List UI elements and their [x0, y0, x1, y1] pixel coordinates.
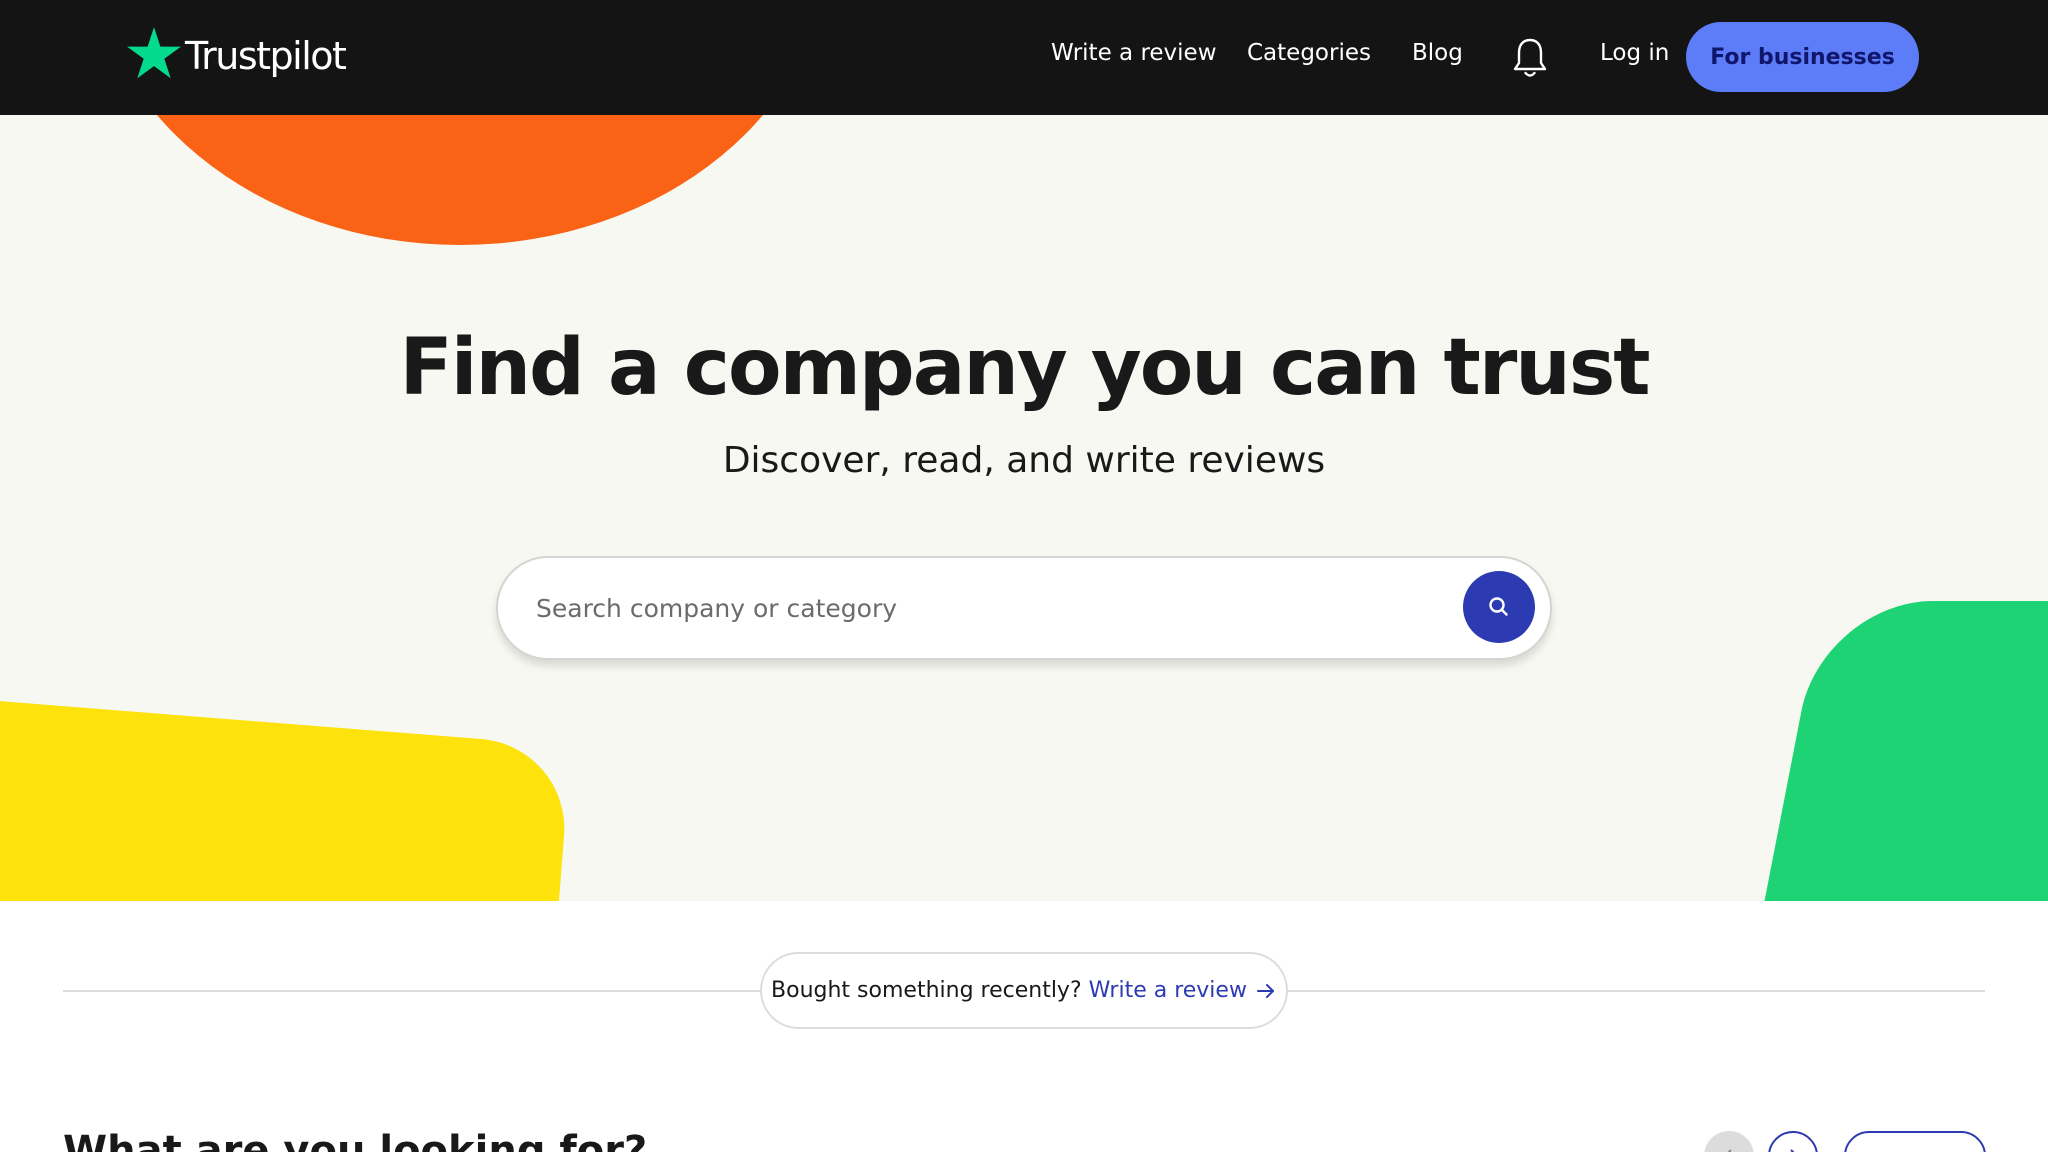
- search-bar: [496, 556, 1552, 660]
- bell-icon[interactable]: [1512, 36, 1548, 80]
- carousel-next-button[interactable]: [1768, 1131, 1818, 1152]
- nav-blog[interactable]: Blog: [1412, 40, 1463, 66]
- write-review-link-label: Write a review: [1088, 978, 1247, 1003]
- decorative-yellow-shape: [0, 698, 572, 901]
- divider-right: [1288, 990, 1985, 992]
- section-title: What are you looking for?: [63, 1128, 648, 1152]
- nav-write-review[interactable]: Write a review: [1051, 40, 1217, 66]
- chevron-left-icon: [1727, 1149, 1732, 1152]
- trustpilot-logo[interactable]: Trustpilot: [127, 26, 347, 80]
- nav-login[interactable]: Log in: [1600, 40, 1669, 66]
- decorative-green-shape: [1741, 601, 2048, 901]
- carousel-prev-button[interactable]: [1704, 1131, 1754, 1152]
- arrow-right-icon: [1256, 983, 1274, 998]
- divider-left: [63, 990, 760, 992]
- logo-text: Trustpilot: [185, 34, 347, 78]
- hero-subtitle: Discover, read, and write reviews: [722, 440, 1326, 481]
- hero-title: Find a company you can trust: [399, 323, 1650, 413]
- write-review-link[interactable]: Write a review: [1089, 978, 1277, 1003]
- nav-categories[interactable]: Categories: [1247, 40, 1371, 66]
- top-nav-bar: Trustpilot Write a review Categories Blo…: [0, 0, 2048, 115]
- search-button[interactable]: [1463, 571, 1535, 643]
- decorative-orange-shape: [90, 115, 830, 245]
- trustpilot-home: Trustpilot Write a review Categories Blo…: [0, 0, 2048, 1152]
- see-more-button[interactable]: [1844, 1131, 1986, 1152]
- write-review-prompt: Bought something recently? Write a revie…: [760, 952, 1288, 1029]
- for-businesses-button[interactable]: For businesses: [1686, 22, 1919, 92]
- hero-section: Find a company you can trust Discover, r…: [0, 115, 2048, 901]
- prompt-text: Bought something recently?: [771, 978, 1082, 1003]
- search-icon: [1489, 597, 1508, 616]
- star-logo-icon: [127, 27, 181, 79]
- search-input[interactable]: [536, 576, 1436, 640]
- chevron-right-icon: [1790, 1149, 1795, 1152]
